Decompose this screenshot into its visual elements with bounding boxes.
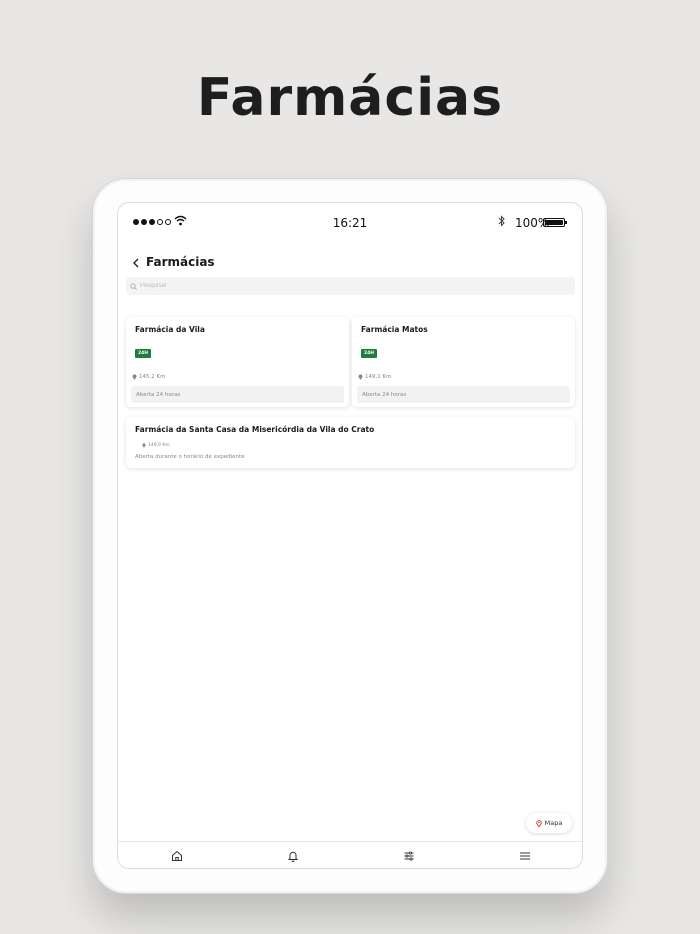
back-button[interactable] [128,255,144,271]
tab-filters[interactable] [402,849,416,863]
pharmacy-name: Farmácia Matos [361,325,428,334]
tab-notifications[interactable] [286,849,300,863]
bluetooth-icon [498,215,506,230]
search-icon [130,282,137,290]
open-24h-badge: 24H [361,349,378,358]
distance-text: 149,9 Km [148,443,170,448]
pharmacy-distance: 149,9 Km [142,443,170,448]
app-screen: 16:21 100% Farmácias Farmácia da Vila 24… [117,202,583,869]
map-button[interactable]: Mapa [526,813,572,833]
pharmacy-card[interactable]: Farmácia Matos 24H 149,1 Km Aberta 24 ho… [352,317,575,407]
bell-icon [287,851,299,862]
opening-hours: Aberta durante o horário de expediente [135,454,245,460]
pharmacy-distance: 145,2 Km [132,374,165,380]
search-bar[interactable] [126,277,575,295]
menu-icon [520,852,530,860]
distance-text: 145,2 Km [139,374,166,380]
tab-menu[interactable] [518,849,532,863]
location-pin-icon [358,374,363,380]
page-headline: Farmácias [196,68,504,128]
open-24h-badge: 24H [135,349,152,358]
tab-home[interactable] [170,849,184,863]
home-icon [172,850,182,861]
pharmacy-name: Farmácia da Vila [135,325,205,334]
map-button-label: Mapa [544,819,563,827]
pharmacy-card[interactable]: Farmácia da Santa Casa da Misericórdia d… [126,417,575,468]
status-bar: 16:21 100% [118,203,582,243]
opening-hours: Aberta 24 horas [357,386,570,403]
status-time: 16:21 [332,216,368,230]
nav-bar: Farmácias [118,253,582,273]
page-title: Farmácias [146,255,215,269]
search-input[interactable] [140,283,540,289]
location-pin-icon [132,374,137,380]
location-pin-icon [142,443,146,448]
distance-text: 149,1 Km [365,374,392,380]
bottom-tab-bar [118,841,582,868]
pharmacy-card[interactable]: Farmácia da Vila 24H 145,2 Km Aberta 24 … [126,317,349,407]
pharmacy-distance: 149,1 Km [358,374,391,380]
chevron-left-icon [133,258,139,268]
sliders-icon [404,851,414,861]
location-pin-icon [535,819,542,827]
pharmacy-name: Farmácia da Santa Casa da Misericórdia d… [135,425,375,434]
opening-hours: Aberta 24 horas [131,386,344,403]
battery-icon [543,218,567,227]
